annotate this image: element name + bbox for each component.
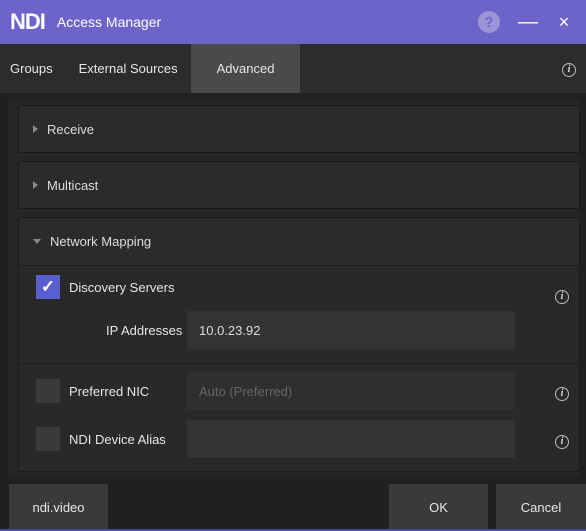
info-icon[interactable]: i: [555, 434, 569, 449]
footer: ndi.video OK Cancel: [0, 484, 586, 531]
discovery-servers-checkbox[interactable]: ✓: [36, 275, 60, 299]
section-network-mapping[interactable]: Network Mapping: [18, 217, 580, 266]
window-title: Access Manager: [56, 14, 162, 30]
preferred-nic-select[interactable]: Auto (Preferred): [187, 372, 515, 410]
preferred-nic-checkbox[interactable]: [36, 379, 60, 403]
info-icon[interactable]: i: [555, 289, 569, 304]
ok-button[interactable]: OK: [389, 484, 488, 531]
ndi-video-link-button[interactable]: ndi.video: [9, 484, 108, 531]
tab-advanced[interactable]: Advanced: [190, 44, 301, 93]
preferred-nic-label: Preferred NIC: [69, 384, 150, 399]
cancel-button[interactable]: Cancel: [496, 484, 586, 531]
section-receive-label: Receive: [47, 121, 94, 137]
check-icon: ✓: [40, 277, 56, 296]
help-icon[interactable]: ?: [478, 11, 500, 33]
ip-addresses-input[interactable]: 10.0.23.92: [187, 311, 515, 349]
chevron-right-icon: [33, 181, 38, 189]
close-icon[interactable]: ×: [554, 12, 574, 33]
minimize-icon[interactable]: —: [518, 12, 538, 32]
title-bar: NDI Access Manager ? — ×: [0, 0, 586, 44]
section-multicast[interactable]: Multicast: [18, 161, 580, 209]
tab-groups[interactable]: Groups: [0, 44, 66, 93]
chevron-down-icon: [33, 239, 41, 244]
section-network-mapping-label: Network Mapping: [50, 234, 152, 249]
network-mapping-body: ✓ Discovery Servers i IP Addresses 10.0.…: [18, 266, 581, 472]
info-icon[interactable]: i: [562, 62, 576, 77]
ip-addresses-label: IP Addresses: [106, 323, 183, 338]
section-multicast-label: Multicast: [47, 177, 99, 193]
section-receive[interactable]: Receive: [18, 105, 580, 153]
tab-bar: Groups External Sources Advanced i: [0, 44, 586, 93]
device-alias-checkbox[interactable]: [36, 427, 60, 451]
info-icon[interactable]: i: [555, 386, 569, 401]
ndi-logo: NDI: [10, 9, 46, 34]
discovery-servers-label: Discovery Servers: [69, 280, 175, 295]
device-alias-input[interactable]: [187, 420, 515, 458]
chevron-right-icon: [33, 125, 38, 133]
tab-external-sources[interactable]: External Sources: [66, 44, 191, 93]
advanced-panel: Receive Multicast Network Mapping ✓ Disc…: [8, 99, 581, 477]
device-alias-label: NDI Device Alias: [69, 432, 166, 447]
